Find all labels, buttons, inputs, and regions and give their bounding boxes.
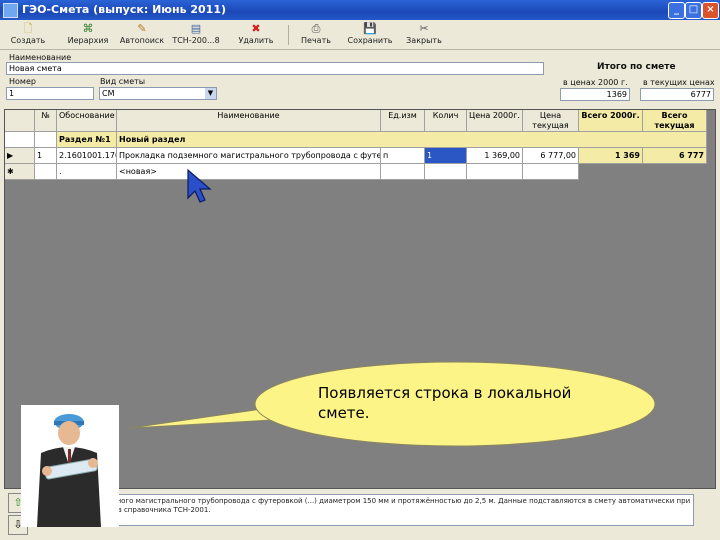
mouse-cursor-icon [187, 168, 212, 203]
callout-text: Появляется строка в локальной смете. [318, 384, 572, 422]
engineer-illustration [37, 414, 101, 527]
presenter-photo [21, 405, 119, 527]
